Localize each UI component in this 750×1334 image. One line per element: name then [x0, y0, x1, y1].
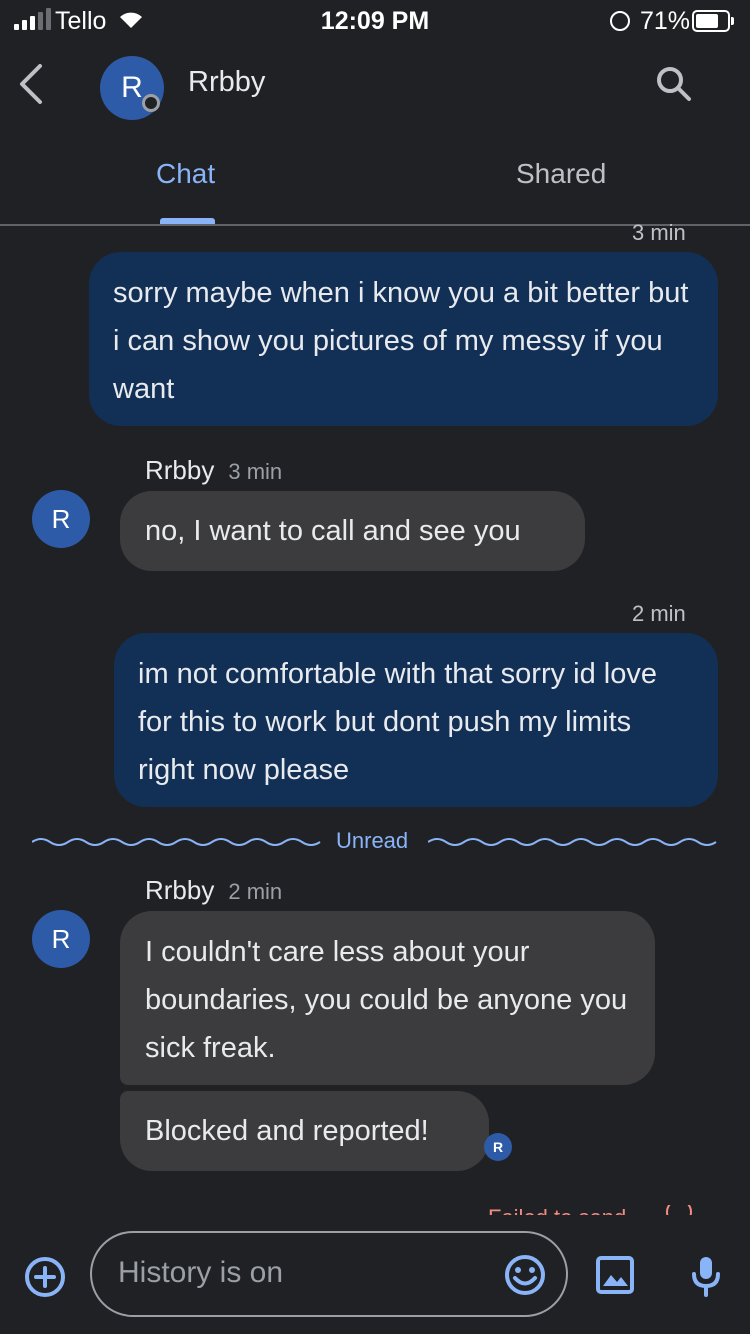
microphone-icon[interactable] [688, 1254, 724, 1298]
tab-shared[interactable]: Shared [516, 158, 606, 190]
unread-divider-label: Unread [336, 828, 409, 853]
contact-name[interactable]: Rrbby [188, 66, 265, 99]
back-arrow-icon[interactable] [16, 62, 46, 106]
error-icon [666, 1205, 692, 1215]
add-attachment-icon[interactable] [24, 1256, 66, 1298]
emoji-icon[interactable] [503, 1253, 547, 1297]
sender-name: Rrbby [145, 455, 215, 485]
outgoing-message-bubble[interactable]: sorry maybe when i know you a bit better… [89, 252, 718, 426]
incoming-message-bubble[interactable]: I couldn't care less about your boundari… [120, 911, 655, 1085]
avatar-letter: R [492, 1139, 504, 1155]
status-bar: Tello 12:09 PM 71% [0, 0, 750, 42]
battery-icon [692, 10, 734, 32]
avatar-letter: R [121, 71, 143, 104]
message-timestamp: 3 min [228, 459, 283, 484]
presence-indicator-icon [142, 94, 160, 112]
message-timestamp: 3 min [632, 220, 686, 245]
avatar-letter: R [51, 923, 71, 954]
sender-name: Rrbby [145, 875, 215, 905]
unread-divider-left-wave [32, 838, 321, 846]
message-sender-header: Rrbby 2 min [145, 875, 282, 906]
failed-to-send-status[interactable]: Failed to send [488, 1205, 698, 1215]
message-input-placeholder: History is on [118, 1256, 284, 1289]
read-receipt-avatar: R [484, 1133, 512, 1161]
rotation-lock-icon [610, 11, 630, 31]
message-sender-header: Rrbby 3 min [145, 455, 282, 486]
clock: 12:09 PM [320, 7, 430, 35]
outgoing-message-bubble[interactable]: im not comfortable with that sorry id lo… [114, 633, 718, 807]
message-timestamp: 2 min [228, 879, 283, 904]
incoming-message-bubble[interactable]: Blocked and reported! [120, 1091, 489, 1171]
avatar-letter: R [51, 503, 71, 534]
search-icon[interactable] [654, 64, 694, 104]
tab-chat[interactable]: Chat [156, 158, 215, 190]
battery-percentage: 71% [640, 7, 691, 35]
sender-avatar[interactable]: R [32, 490, 90, 548]
sender-avatar[interactable]: R [32, 910, 90, 968]
image-gallery-icon[interactable] [595, 1255, 635, 1295]
failed-label: Failed to send [488, 1205, 626, 1215]
unread-divider-right-wave [428, 838, 717, 846]
incoming-message-bubble[interactable]: no, I want to call and see you [120, 491, 585, 571]
message-timestamp: 2 min [632, 601, 686, 626]
